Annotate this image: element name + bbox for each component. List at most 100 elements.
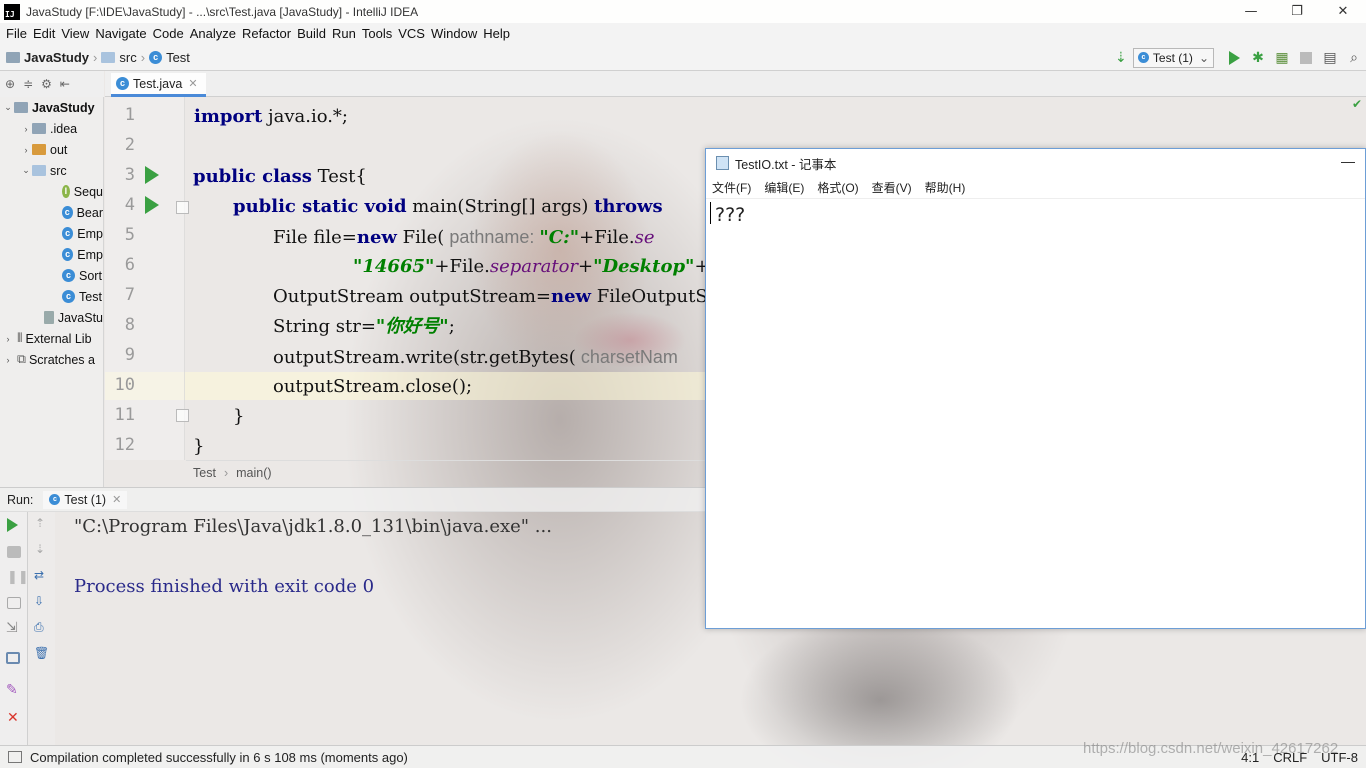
collapse-icon[interactable]: ≑ <box>23 77 33 91</box>
editor-gutter: 1 2 3 4 5 6 7 8 9 10 11 12 <box>105 97 189 460</box>
run-config-class-icon: c <box>1137 52 1149 63</box>
run-gutter-icon[interactable] <box>145 166 159 184</box>
menu-build[interactable]: Build <box>297 26 326 41</box>
close-button[interactable]: ✕ <box>1320 0 1366 23</box>
console-output[interactable]: "C:\Program Files\Java\jdk1.8.0_131\bin\… <box>60 512 705 745</box>
rerun-button[interactable] <box>7 518 18 532</box>
menu-refactor[interactable]: Refactor <box>242 26 291 41</box>
tree-label: External Lib <box>25 331 92 346</box>
notepad-menu-edit[interactable]: 编辑(E) <box>764 179 804 196</box>
run-with-coverage-button[interactable]: ▦ <box>1270 47 1294 69</box>
notepad-menu-file[interactable]: 文件(F) <box>712 179 751 196</box>
stop-icon[interactable] <box>7 546 21 558</box>
tree-node-file[interactable]: c Emp <box>0 244 103 265</box>
class-icon: c <box>116 77 129 90</box>
menu-code[interactable]: Code <box>153 26 184 41</box>
tree-node-file[interactable]: c Bear <box>0 202 103 223</box>
source-folder-icon <box>32 165 46 176</box>
menu-help[interactable]: Help <box>483 26 510 41</box>
restore-button[interactable]: ❐ <box>1274 0 1320 23</box>
layout-icon[interactable] <box>6 652 20 664</box>
menu-run[interactable]: Run <box>332 26 356 41</box>
notepad-title-bar: TestIO.txt - 记事本 — <box>706 149 1365 177</box>
tree-node-iml[interactable]: JavaStu <box>0 307 103 328</box>
project-structure-button[interactable]: ▤ <box>1318 47 1342 69</box>
print-icon[interactable]: ⎙ <box>34 620 44 635</box>
collapse-arrow-icon[interactable]: › <box>2 355 14 365</box>
menu-analyze[interactable]: Analyze <box>190 26 236 41</box>
pause-icon[interactable]: ❚❚ <box>7 570 29 585</box>
run-configuration-select[interactable]: c Test (1) ⌄ <box>1132 47 1214 68</box>
editor-crumb-class[interactable]: Test <box>193 466 216 480</box>
dump-threads-icon[interactable] <box>7 597 21 609</box>
parameter-hint: charsetNam <box>575 347 678 367</box>
tree-node-file[interactable]: c Sort <box>0 265 103 286</box>
trash-icon[interactable]: 🗑 <box>34 646 49 660</box>
tree-node-src[interactable]: ⌄ src <box>0 160 103 181</box>
breadcrumb-folder[interactable]: src <box>119 50 136 65</box>
scroll-to-end-icon[interactable]: ⇩ <box>34 594 44 608</box>
hide-panel-icon[interactable]: ⇤ <box>60 77 70 91</box>
breadcrumb-file[interactable]: Test <box>166 50 190 65</box>
tree-node-idea[interactable]: › .idea <box>0 118 103 139</box>
run-tab[interactable]: c Test (1) ✕ <box>43 490 128 509</box>
close-run-icon[interactable]: ✕ <box>7 710 19 726</box>
expand-arrow-icon[interactable]: ⌄ <box>2 102 14 113</box>
module-file-icon <box>44 311 54 324</box>
close-tab-icon[interactable]: ✕ <box>188 77 197 90</box>
navigation-bar: JavaStudy › src › c Test ⇣ c Test (1) ⌄ … <box>0 44 1366 71</box>
notepad-text-area[interactable]: ??? <box>710 202 1365 226</box>
notepad-menu-help[interactable]: 帮助(H) <box>925 179 966 196</box>
line-number: 1 <box>124 105 135 125</box>
tree-node-file[interactable]: c Emp <box>0 223 103 244</box>
tree-node-scratches[interactable]: › ⧉ Scratches a <box>0 349 103 370</box>
add-icon[interactable]: ⊕ <box>5 77 15 91</box>
up-arrow-icon[interactable]: ⇡ <box>35 516 45 530</box>
editor-breadcrumb: Test › main() <box>186 460 706 484</box>
class-icon: c <box>62 206 73 219</box>
menu-tools[interactable]: Tools <box>362 26 392 41</box>
tree-node-project[interactable]: ⌄ JavaStudy <box>0 97 103 118</box>
menu-vcs[interactable]: VCS <box>398 26 425 41</box>
close-tab-icon[interactable]: ✕ <box>112 493 121 506</box>
build-project-icon[interactable]: ⇣ <box>1109 47 1133 69</box>
breadcrumb-project[interactable]: JavaStudy <box>24 50 89 65</box>
search-everywhere-icon[interactable]: ⌕ <box>1342 47 1366 69</box>
tree-node-file[interactable]: I Sequ <box>0 181 103 202</box>
notepad-menu-view[interactable]: 查看(V) <box>872 179 912 196</box>
minimize-button[interactable]: — <box>1228 0 1274 23</box>
editor-crumb-method[interactable]: main() <box>236 466 271 480</box>
folder-orange-icon <box>32 144 46 155</box>
notepad-menu-bar: 文件(F) 编辑(E) 格式(O) 查看(V) 帮助(H) <box>706 177 1365 199</box>
notepad-menu-format[interactable]: 格式(O) <box>817 179 858 196</box>
down-arrow-icon[interactable]: ⇣ <box>35 542 45 556</box>
debug-button[interactable]: ✱ <box>1246 47 1270 69</box>
menu-edit[interactable]: Edit <box>33 26 55 41</box>
line-number: 8 <box>124 315 135 335</box>
line-number: 5 <box>124 225 135 245</box>
tree-node-out[interactable]: › out <box>0 139 103 160</box>
menu-file[interactable]: File <box>6 26 27 41</box>
code-editor[interactable]: import java.io.*; public class Test{ pub… <box>186 97 706 460</box>
menu-view[interactable]: View <box>61 26 89 41</box>
menu-navigate[interactable]: Navigate <box>95 26 146 41</box>
notepad-minimize-button[interactable]: — <box>1341 153 1355 169</box>
expand-arrow-icon[interactable]: ⌄ <box>20 165 32 176</box>
editor-tab[interactable]: c Test.java ✕ <box>111 73 206 97</box>
menu-window[interactable]: Window <box>431 26 477 41</box>
collapse-arrow-icon[interactable]: › <box>2 334 14 344</box>
run-gutter-icon[interactable] <box>145 196 159 214</box>
code-line: OutputStream outputStream=new FileOutput… <box>273 286 706 307</box>
stop-button[interactable] <box>1294 47 1318 69</box>
collapse-arrow-icon[interactable]: › <box>20 124 32 134</box>
exit-icon[interactable]: ⇲ <box>6 620 18 636</box>
tree-node-file[interactable]: c Test <box>0 286 103 307</box>
crumb-separator-icon: › <box>223 465 229 480</box>
tree-node-external-libraries[interactable]: › ⦀ External Lib <box>0 328 103 349</box>
gear-icon[interactable]: ⚙ <box>41 77 52 91</box>
run-button[interactable] <box>1222 47 1246 69</box>
collapse-arrow-icon[interactable]: › <box>20 145 32 155</box>
code-line: } <box>193 436 205 457</box>
pin-icon[interactable]: ✎ <box>6 682 18 698</box>
soft-wrap-icon[interactable]: ⇄ <box>34 568 44 582</box>
